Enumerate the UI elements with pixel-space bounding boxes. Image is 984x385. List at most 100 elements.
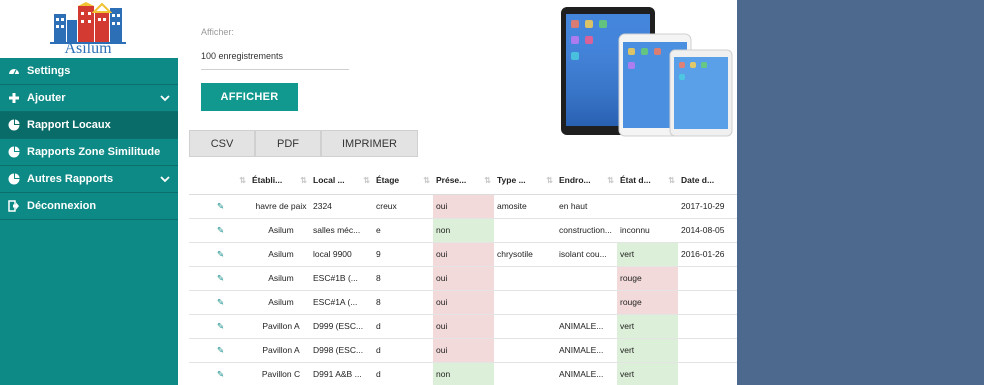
cell-type bbox=[494, 290, 556, 315]
column-header-presence[interactable]: Prése... ⇅ bbox=[433, 167, 494, 195]
column-header-date[interactable]: Date d...⇅ bbox=[678, 167, 737, 195]
cell-endroit: ANIMALE... bbox=[556, 314, 617, 339]
cell-etat: inconnu bbox=[617, 218, 678, 243]
sidebar-item-rapport-locaux[interactable]: Rapport Locaux bbox=[0, 112, 178, 139]
sort-icon: ⇅ bbox=[363, 176, 370, 185]
cell-type bbox=[494, 218, 556, 243]
sidebar-item-deconnexion[interactable]: Déconnexion bbox=[0, 193, 178, 220]
sign-out-icon bbox=[8, 200, 20, 212]
cell-etablissement: Asilum bbox=[249, 218, 310, 243]
cell-etage: 8 bbox=[373, 290, 433, 315]
locaux-table: ⇅ Établi... ⇅ Local ... ⇅ Étage ⇅ Prése... ⇅… bbox=[189, 167, 737, 385]
column-header-etage[interactable]: Étage ⇅ bbox=[373, 167, 433, 195]
cell-etage: d bbox=[373, 338, 433, 363]
cell-presence: oui bbox=[433, 338, 494, 363]
sidebar-item-ajouter[interactable]: Ajouter bbox=[0, 85, 178, 112]
column-header-actions[interactable]: ⇅ bbox=[189, 167, 249, 195]
cell-etage: creux bbox=[373, 194, 433, 219]
pie-chart-icon bbox=[8, 173, 20, 185]
cell-etablissement: Asilum bbox=[249, 242, 310, 267]
cell-type bbox=[494, 362, 556, 385]
sidebar-item-label: Ajouter bbox=[27, 92, 66, 104]
tablets-image-icon bbox=[561, 7, 733, 137]
cell-etage: d bbox=[373, 362, 433, 385]
sidebar-item-label: Rapports Zone Similitude bbox=[27, 146, 161, 158]
print-button[interactable]: IMPRIMER bbox=[321, 130, 418, 157]
chevron-down-icon bbox=[160, 174, 170, 186]
edit-pencil-icon[interactable]: ✎ bbox=[189, 338, 249, 363]
cell-date: 2016-01-26 bbox=[678, 242, 737, 267]
afficher-button[interactable]: AFFICHER bbox=[201, 83, 298, 111]
chevron-down-icon bbox=[160, 93, 170, 105]
sort-icon: ⇅ bbox=[423, 176, 430, 185]
table-row: ✎ Asilum salles méc... e non constructio… bbox=[189, 218, 737, 243]
pie-chart-icon bbox=[8, 119, 20, 131]
sort-icon: ⇅ bbox=[484, 176, 491, 185]
cell-type bbox=[494, 338, 556, 363]
cell-local: D998 (ESC... bbox=[310, 338, 373, 363]
sidebar: Asilum Settings Ajouter Rapport Locaux R… bbox=[0, 0, 178, 385]
column-header-etat[interactable]: État d... ⇅ bbox=[617, 167, 678, 195]
cell-etage: 8 bbox=[373, 266, 433, 291]
table-row: ✎ Asilum ESC#1A (... 8 oui rouge bbox=[189, 290, 737, 315]
records-per-page-select[interactable]: 100 enregistrements bbox=[201, 45, 349, 70]
cell-type: amosite bbox=[494, 194, 556, 219]
cell-etat: rouge bbox=[617, 266, 678, 291]
records-select-label: Afficher: bbox=[201, 27, 234, 37]
edit-pencil-icon[interactable]: ✎ bbox=[189, 362, 249, 385]
cell-type bbox=[494, 314, 556, 339]
column-header-endroit[interactable]: Endro... ⇅ bbox=[556, 167, 617, 195]
cell-etage: 9 bbox=[373, 242, 433, 267]
cell-local: 2324 bbox=[310, 194, 373, 219]
cell-etat: rouge bbox=[617, 290, 678, 315]
cell-local: D991 A&B ... bbox=[310, 362, 373, 385]
edit-pencil-icon[interactable]: ✎ bbox=[189, 242, 249, 267]
dashboard-icon bbox=[8, 65, 20, 77]
table-row: ✎ havre de paix 2324 creux oui amosite e… bbox=[189, 194, 737, 219]
cell-etage: e bbox=[373, 218, 433, 243]
sidebar-item-autres-rapports[interactable]: Autres Rapports bbox=[0, 166, 178, 193]
cell-etablissement: Pavillon C bbox=[249, 362, 310, 385]
cell-endroit: construction... bbox=[556, 218, 617, 243]
cell-presence: oui bbox=[433, 266, 494, 291]
edit-pencil-icon[interactable]: ✎ bbox=[189, 290, 249, 315]
cell-etablissement: Pavillon A bbox=[249, 314, 310, 339]
cell-local: ESC#1A (... bbox=[310, 290, 373, 315]
asilum-logo[interactable]: Asilum bbox=[48, 2, 128, 58]
edit-pencil-icon[interactable]: ✎ bbox=[189, 218, 249, 243]
cell-date bbox=[678, 314, 737, 339]
cell-endroit: ANIMALE... bbox=[556, 362, 617, 385]
cell-etablissement: Pavillon A bbox=[249, 338, 310, 363]
edit-pencil-icon[interactable]: ✎ bbox=[189, 194, 249, 219]
sort-icon: ⇅ bbox=[607, 176, 614, 185]
pdf-button[interactable]: PDF bbox=[255, 130, 321, 157]
sidebar-item-label: Rapport Locaux bbox=[27, 119, 111, 131]
table-row: ✎ Pavillon A D999 (ESC... d oui ANIMALE.… bbox=[189, 314, 737, 339]
edit-pencil-icon[interactable]: ✎ bbox=[189, 314, 249, 339]
cell-date bbox=[678, 362, 737, 385]
csv-button[interactable]: CSV bbox=[189, 130, 255, 157]
logo-text: Asilum bbox=[64, 40, 112, 57]
column-header-etablissement[interactable]: Établi... ⇅ bbox=[249, 167, 310, 195]
table-row: ✎ Pavillon C D991 A&B ... d non ANIMALE.… bbox=[189, 362, 737, 385]
cell-local: ESC#1B (... bbox=[310, 266, 373, 291]
sidebar-item-settings[interactable]: Settings bbox=[0, 58, 178, 85]
cell-etat: vert bbox=[617, 314, 678, 339]
column-header-local[interactable]: Local ... ⇅ bbox=[310, 167, 373, 195]
plus-icon bbox=[8, 92, 20, 104]
sidebar-nav: Settings Ajouter Rapport Locaux Rapports… bbox=[0, 58, 178, 385]
cell-etablissement: Asilum bbox=[249, 290, 310, 315]
cell-local: local 9900 bbox=[310, 242, 373, 267]
sidebar-item-rapports-zone-similitude[interactable]: Rapports Zone Similitude bbox=[0, 139, 178, 166]
table-row: ✎ Asilum ESC#1B (... 8 oui rouge bbox=[189, 266, 737, 291]
edit-pencil-icon[interactable]: ✎ bbox=[189, 266, 249, 291]
page: Asilum Settings Ajouter Rapport Locaux R… bbox=[0, 0, 984, 385]
column-header-type[interactable]: Type ... ⇅ bbox=[494, 167, 556, 195]
cell-endroit bbox=[556, 266, 617, 291]
cell-presence: oui bbox=[433, 290, 494, 315]
table-header-row: ⇅ Établi... ⇅ Local ... ⇅ Étage ⇅ Prése... ⇅… bbox=[189, 167, 737, 195]
cell-local: salles méc... bbox=[310, 218, 373, 243]
cell-presence: non bbox=[433, 362, 494, 385]
cell-type bbox=[494, 266, 556, 291]
cell-presence: oui bbox=[433, 314, 494, 339]
